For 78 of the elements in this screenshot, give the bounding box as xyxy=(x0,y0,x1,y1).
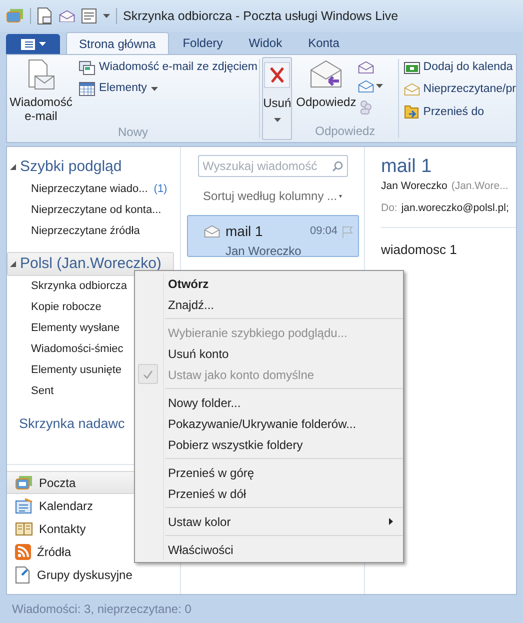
menu-icon xyxy=(20,38,34,50)
message-time: 09:04 xyxy=(310,224,338,240)
checkmark-icon xyxy=(138,364,158,384)
search-field[interactable]: Wyszukaj wiadomość xyxy=(198,155,348,177)
menu-item[interactable]: Nowy folder... xyxy=(135,392,403,413)
search-icon xyxy=(332,160,342,172)
menu-item[interactable]: Właściwości xyxy=(135,539,403,560)
message-body: wiadomosc 1 xyxy=(381,240,458,258)
menu-item[interactable]: Pobierz wszystkie foldery xyxy=(135,434,403,455)
forward-icon xyxy=(358,80,374,93)
ribbon-small-button[interactable]: Przenieś do xyxy=(404,104,516,121)
caret-icon xyxy=(150,86,158,91)
caret-icon xyxy=(339,194,342,198)
caret-icon xyxy=(103,14,110,18)
nav-item[interactable]: Grupy dyskusyjne xyxy=(7,563,180,586)
new-email-button[interactable]: Wiadomość e-mail xyxy=(7,59,75,123)
calendar-icon xyxy=(404,62,420,74)
sort-dropdown[interactable]: Sortuj według kolumny ... xyxy=(202,187,338,205)
folder-arrow-icon xyxy=(404,104,420,120)
sidebar-section-header[interactable]: Polsl (Jan.Woreczko) xyxy=(7,252,174,276)
reply-envelope-icon xyxy=(309,59,344,89)
recipient-address: jan.woreczko@polsl.pl; xyxy=(401,200,509,216)
ribbon-tab[interactable]: Widok xyxy=(236,32,294,54)
new-document-icon[interactable] xyxy=(37,7,53,25)
outbox-header[interactable]: Skrzynka nadawc xyxy=(7,414,125,434)
app-menu-button[interactable] xyxy=(6,34,60,54)
sender-name: Jan Woreczko xyxy=(381,179,448,194)
rss-icon xyxy=(15,544,31,560)
menu-item[interactable]: Otwórz xyxy=(135,273,403,294)
folder-item[interactable]: Nieprzeczytane źródła xyxy=(7,221,180,242)
document-pin-icon xyxy=(15,566,31,584)
book-icon xyxy=(15,520,33,536)
ribbon-tab[interactable]: Foldery xyxy=(170,32,235,54)
unread-count: (1) xyxy=(154,182,168,198)
sender-address: (Jan.Wore... xyxy=(451,179,508,194)
photo-mail-icon xyxy=(79,60,95,75)
ribbon-small-button[interactable]: Nieprzeczytane/pr xyxy=(404,81,516,98)
menu-item[interactable]: Ustaw kolor xyxy=(135,511,403,532)
reply-envelope-icon xyxy=(59,10,75,22)
message-sender: Jan Woreczko xyxy=(226,243,302,260)
ribbon-tab[interactable]: Strona główna xyxy=(66,32,169,54)
message-item[interactable]: mail 1 09:04 Jan Woreczko xyxy=(186,215,358,257)
document-list-icon[interactable] xyxy=(81,8,97,24)
menu-item[interactable]: Znajdź... xyxy=(135,294,403,315)
ribbon-tab[interactable]: Konta xyxy=(296,32,352,54)
menu-item[interactable]: Pokazywanie/Ukrywanie folderów... xyxy=(135,413,403,434)
expanded-triangle-icon xyxy=(10,261,16,267)
mail-window-icon xyxy=(15,474,33,490)
calendar-icon xyxy=(15,498,33,514)
ribbon-small-button[interactable]: Elementy xyxy=(79,80,258,98)
reading-subject: mail 1 xyxy=(381,155,433,179)
envelope-icon xyxy=(404,83,420,96)
folder-item[interactable]: Nieprzeczytane wiado... (1) xyxy=(7,179,180,200)
caret-icon xyxy=(38,42,46,46)
status-text: Wiadomości: 3, nieprzeczytane: 0 xyxy=(12,601,192,618)
folder-item[interactable]: Nieprzeczytane od konta... xyxy=(7,200,180,221)
reply-button[interactable]: Odpowiedz xyxy=(296,59,356,122)
expanded-triangle-icon xyxy=(10,164,16,170)
group-label: Odpowiedz xyxy=(314,123,376,140)
new-email-icon xyxy=(26,59,56,91)
ribbon-small-button[interactable]: Dodaj do kalenda xyxy=(404,59,516,76)
calendar-grid-icon xyxy=(79,82,95,96)
delete-button[interactable]: Usuń xyxy=(262,57,292,140)
envelope-icon xyxy=(204,225,220,238)
message-subject: mail 1 xyxy=(226,222,263,241)
group-label: Nowy xyxy=(116,124,149,141)
caret-icon xyxy=(274,118,281,122)
delete-x-icon xyxy=(264,62,290,88)
ribbon-small-button[interactable]: Wiadomość e-mail ze zdjęciem xyxy=(79,59,258,76)
sidebar-section-header[interactable]: Szybki podgląd xyxy=(7,155,174,179)
app-icon xyxy=(6,8,24,24)
to-label: Do: xyxy=(381,200,398,216)
submenu-arrow-icon xyxy=(389,518,393,525)
people-icon xyxy=(358,98,374,115)
reply-all-icon xyxy=(358,61,374,74)
window-title: Skrzynka odbiorcza - Poczta usługi Windows Live xyxy=(123,8,398,25)
caret-icon xyxy=(376,84,384,88)
menu-item[interactable]: Usuń konto xyxy=(135,343,403,364)
